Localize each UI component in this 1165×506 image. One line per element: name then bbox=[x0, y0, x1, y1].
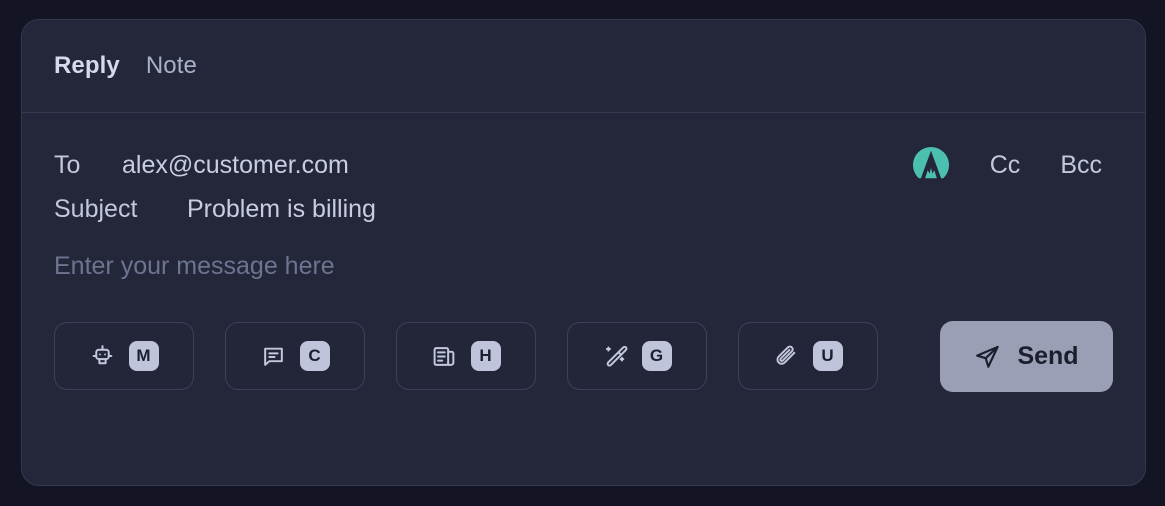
robot-icon bbox=[90, 344, 115, 369]
cc-button[interactable]: Cc bbox=[990, 151, 1021, 180]
message-area bbox=[22, 231, 1145, 320]
canned-response-button[interactable]: C bbox=[225, 322, 365, 390]
to-row-actions: Cc Bcc bbox=[911, 146, 1113, 185]
composer-tab-bar: Reply Note bbox=[22, 20, 1145, 113]
attach-file-key-badge: U bbox=[812, 341, 843, 371]
article-icon bbox=[432, 344, 457, 369]
attach-file-button[interactable]: U bbox=[738, 322, 878, 390]
to-label: To bbox=[54, 150, 81, 179]
mountain-logo-icon bbox=[911, 146, 950, 185]
ai-generate-button[interactable]: G bbox=[567, 322, 707, 390]
send-button-label: Send bbox=[1017, 341, 1079, 370]
send-button[interactable]: Send bbox=[940, 320, 1113, 392]
ai-generate-key-badge: G bbox=[641, 341, 672, 371]
macro-key-badge: M bbox=[128, 341, 159, 371]
macro-button[interactable]: M bbox=[54, 322, 194, 390]
reply-composer-card: Reply Note To Cc Bcc S bbox=[21, 19, 1146, 486]
message-input[interactable] bbox=[54, 250, 1113, 320]
to-field-row: To Cc Bcc bbox=[54, 143, 1113, 187]
subject-input[interactable] bbox=[187, 194, 654, 224]
composer-fields: To Cc Bcc Subject bbox=[22, 113, 1145, 231]
canned-response-key-badge: C bbox=[299, 341, 330, 371]
subject-label: Subject bbox=[54, 194, 138, 223]
tab-reply[interactable]: Reply bbox=[54, 50, 120, 82]
tab-note[interactable]: Note bbox=[146, 50, 197, 82]
paperclip-icon bbox=[774, 344, 799, 369]
to-field-group: To bbox=[54, 150, 444, 180]
chat-bubble-icon bbox=[261, 344, 286, 369]
bcc-button[interactable]: Bcc bbox=[1060, 151, 1102, 180]
subject-field-row: Subject bbox=[54, 187, 1113, 231]
help-article-key-badge: H bbox=[470, 341, 501, 371]
to-input[interactable] bbox=[122, 150, 444, 180]
help-article-button[interactable]: H bbox=[396, 322, 536, 390]
magic-wand-icon bbox=[603, 344, 628, 369]
paper-plane-icon bbox=[974, 343, 1001, 370]
composer-toolbar: M C H G U Send bbox=[22, 317, 1145, 395]
